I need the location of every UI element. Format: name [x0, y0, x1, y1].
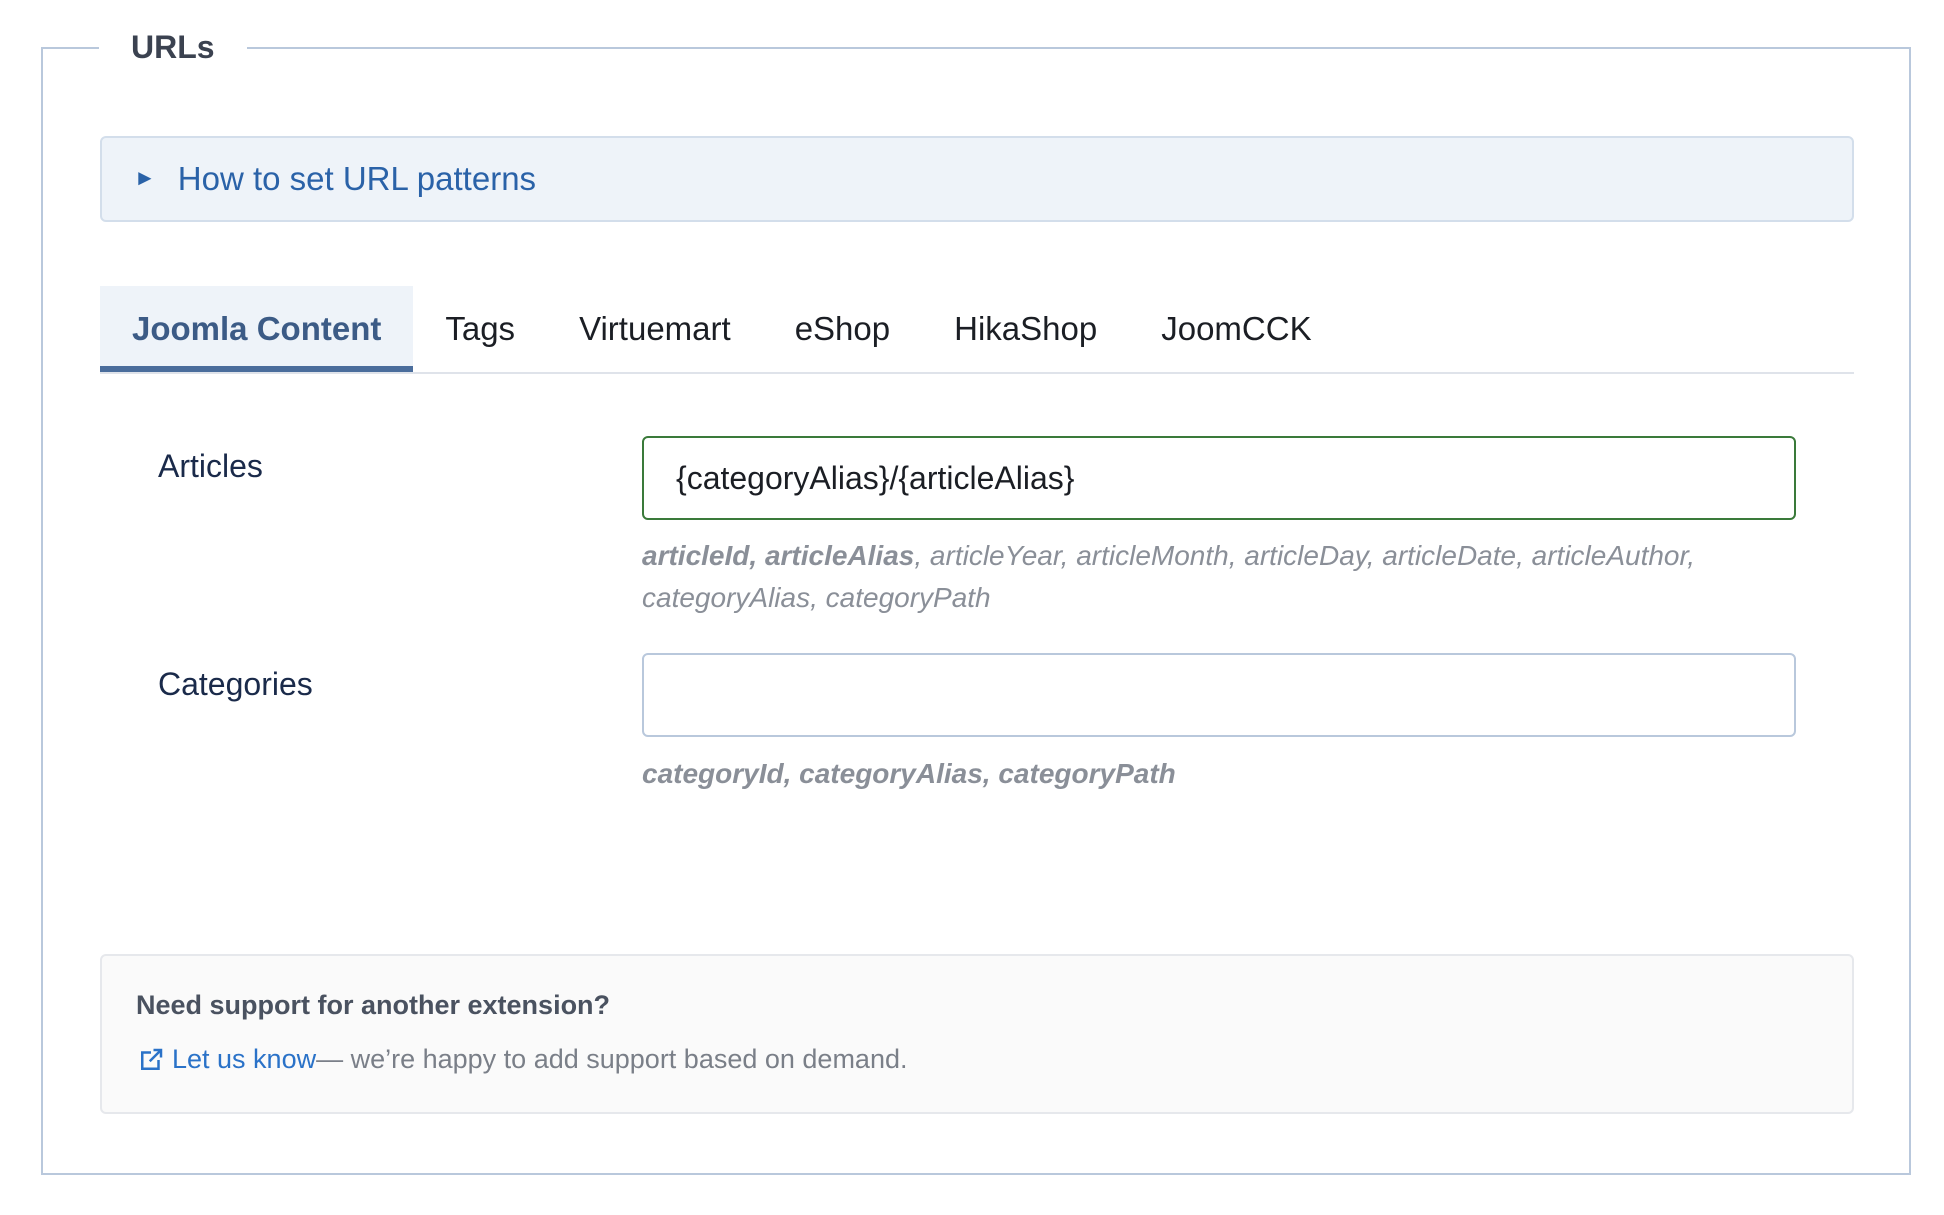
- url-patterns-help-toggle[interactable]: ► How to set URL patterns: [100, 136, 1854, 222]
- articles-hint-primary: articleId, articleAlias: [642, 540, 915, 571]
- tab-eshop[interactable]: eShop: [763, 286, 922, 372]
- tab-joomla-content[interactable]: Joomla Content: [100, 286, 414, 372]
- help-summary-label: How to set URL patterns: [177, 160, 537, 197]
- categories-label: Categories: [158, 666, 313, 702]
- support-line: Let us know — we’re happy to add support…: [136, 1044, 907, 1075]
- tab-hikashop[interactable]: HikaShop: [922, 286, 1129, 372]
- articles-label: Articles: [158, 448, 263, 484]
- extension-tabs: Joomla Content Tags Virtuemart eShop Hik…: [100, 286, 1854, 374]
- let-us-know-link[interactable]: Let us know: [172, 1044, 316, 1075]
- external-link-icon[interactable]: [136, 1045, 166, 1075]
- tab-tags[interactable]: Tags: [413, 286, 547, 372]
- categories-hint-primary: categoryId, categoryAlias, categoryPath: [642, 758, 1176, 789]
- categories-pattern-input[interactable]: [642, 653, 1796, 737]
- fieldset-legend: URLs: [99, 22, 247, 72]
- tab-joomcck[interactable]: JoomCCK: [1129, 286, 1343, 372]
- tab-virtuemart[interactable]: Virtuemart: [547, 286, 763, 372]
- disclosure-triangle-icon: ►: [134, 165, 156, 190]
- articles-variables-hint: articleId, articleAlias, articleYear, ar…: [642, 535, 1802, 619]
- support-callout: Need support for another extension? Let …: [100, 954, 1854, 1114]
- articles-pattern-input[interactable]: [642, 436, 1796, 520]
- support-title: Need support for another extension?: [136, 990, 611, 1020]
- categories-variables-hint: categoryId, categoryAlias, categoryPath: [642, 753, 1802, 795]
- support-text: — we’re happy to add support based on de…: [316, 1044, 908, 1074]
